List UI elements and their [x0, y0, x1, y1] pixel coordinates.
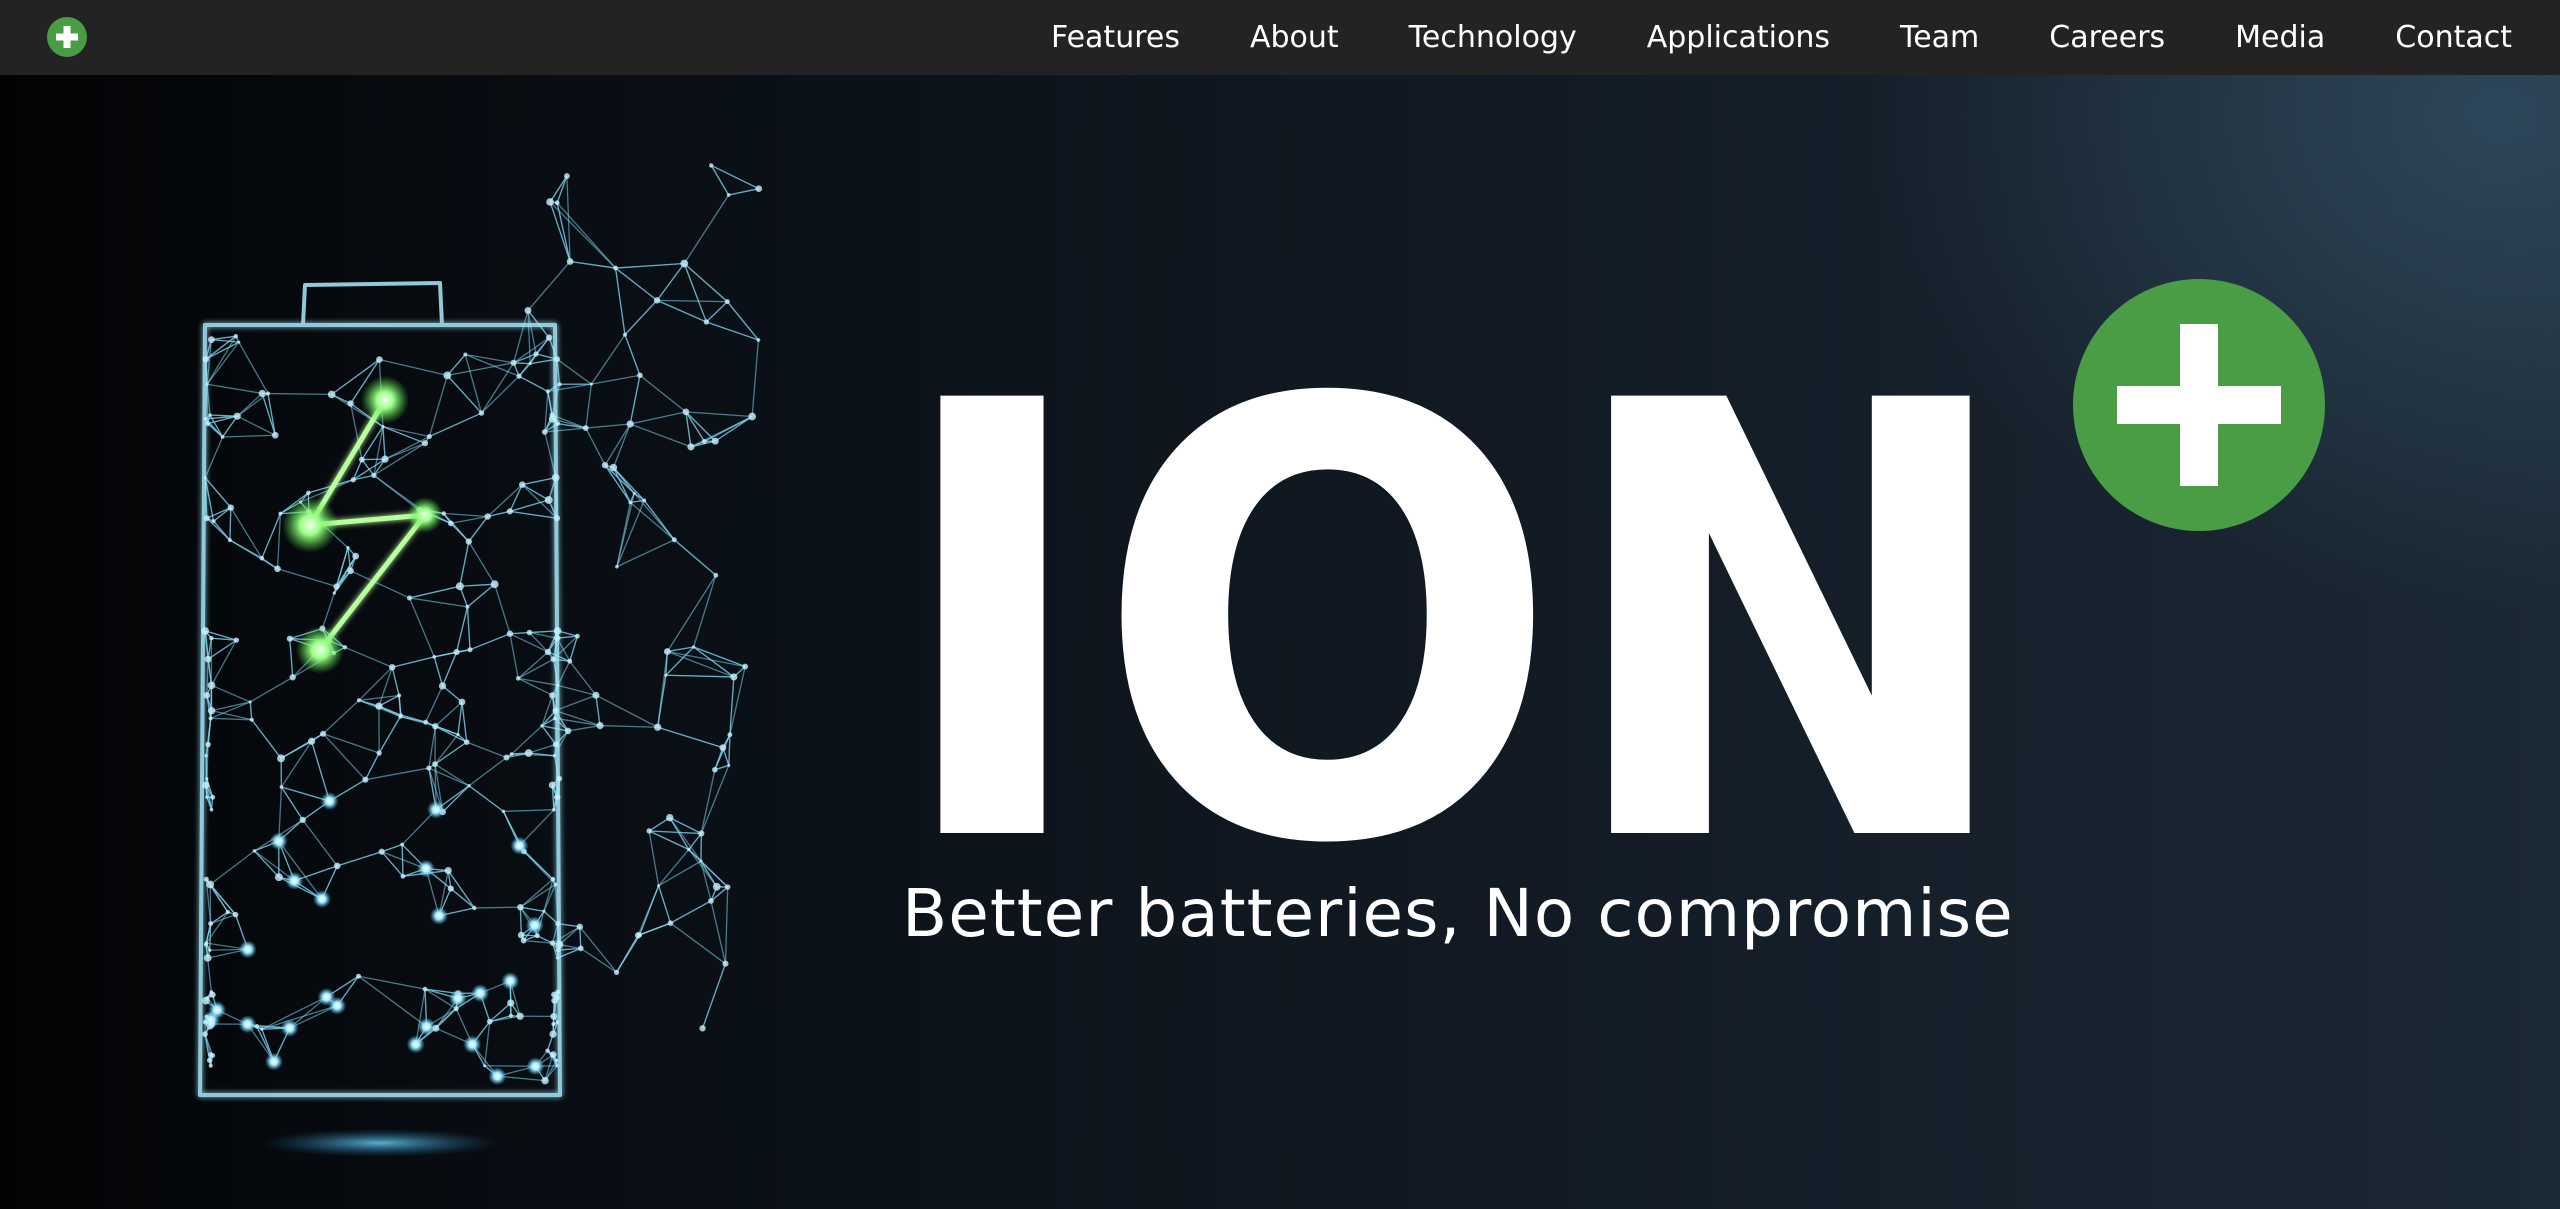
- nav-link-about[interactable]: About: [1250, 20, 1339, 55]
- nav-link-careers[interactable]: Careers: [2049, 20, 2165, 55]
- nav-link-media[interactable]: Media: [2235, 20, 2325, 55]
- ion-plus-wordmark: ION: [890, 276, 2325, 975]
- wordmark-text: ION: [890, 276, 2020, 975]
- nav-link-features[interactable]: Features: [1051, 20, 1180, 55]
- nav-links: Features About Technology Applications T…: [981, 0, 2512, 75]
- plus-badge-icon: [2073, 279, 2325, 531]
- nav-link-team[interactable]: Team: [1900, 20, 1979, 55]
- top-navbar: Features About Technology Applications T…: [0, 0, 2560, 75]
- hero-section: ION Better batteries, No compromise: [0, 75, 2560, 1209]
- nav-link-applications[interactable]: Applications: [1647, 20, 1830, 55]
- nav-link-technology[interactable]: Technology: [1409, 20, 1577, 55]
- nav-link-contact[interactable]: Contact: [2395, 20, 2512, 55]
- hero-tagline: Better batteries, No compromise: [902, 875, 2014, 952]
- logo-plus-icon[interactable]: [47, 17, 87, 57]
